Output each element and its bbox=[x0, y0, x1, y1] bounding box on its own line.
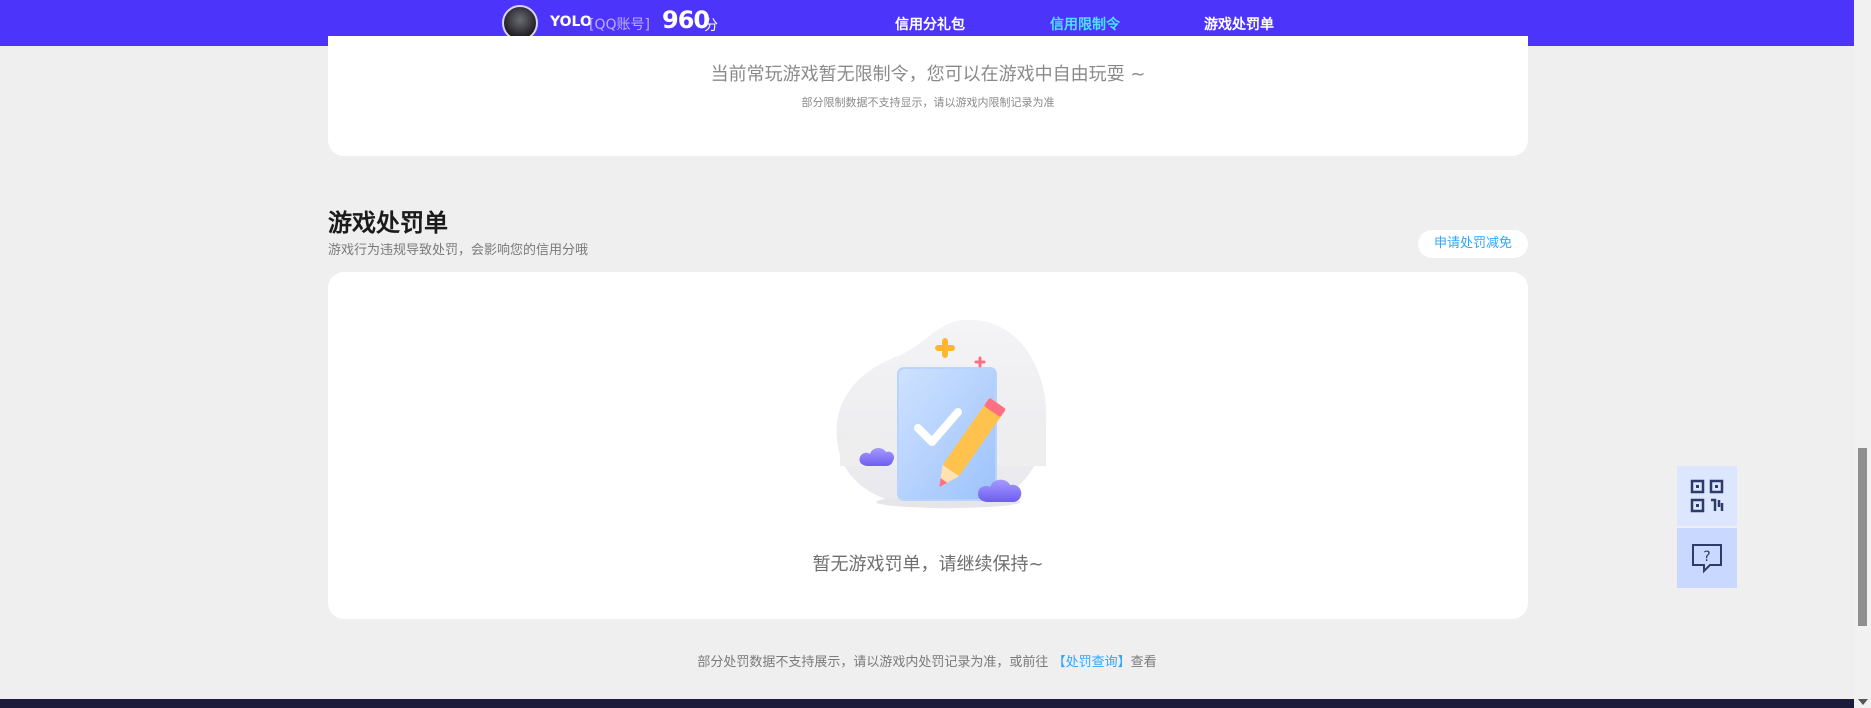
qr-code-button[interactable] bbox=[1677, 466, 1737, 526]
score-unit: 分 bbox=[704, 18, 718, 34]
nav-penalty[interactable]: 游戏处罚单 bbox=[1204, 14, 1274, 34]
scroll-down-arrow-icon[interactable] bbox=[1858, 699, 1868, 705]
scrollbar-thumb[interactable] bbox=[1858, 448, 1867, 626]
empty-clipboard-illustration bbox=[836, 319, 1047, 509]
qr-code-icon bbox=[1690, 479, 1724, 513]
penalty-query-link[interactable]: 【处罚查询】 bbox=[1053, 655, 1131, 670]
help-chat-icon: ? bbox=[1692, 544, 1722, 574]
section-subtitle: 游戏行为违规导致处罚，会影响您的信用分哦 bbox=[328, 243, 589, 258]
credit-score: 960 bbox=[662, 6, 710, 34]
restriction-card: 当前常玩游戏暂无限制令，您可以在游戏中自由玩耍 ~ 部分限制数据不支持显示，请以… bbox=[328, 36, 1528, 156]
restriction-empty-message: 当前常玩游戏暂无限制令，您可以在游戏中自由玩耍 ~ bbox=[710, 64, 1146, 85]
section-title: 游戏处罚单 bbox=[328, 209, 448, 237]
restriction-note: 部分限制数据不支持显示，请以游戏内限制记录为准 bbox=[801, 96, 1055, 109]
svg-text:?: ? bbox=[1703, 549, 1710, 565]
account-type-label: [QQ账号] bbox=[589, 17, 650, 33]
nav-credit-restriction[interactable]: 信用限制令 bbox=[1050, 14, 1120, 34]
page-footer-bar bbox=[0, 699, 1854, 708]
penalty-card: 暂无游戏罚单，请继续保持~ bbox=[328, 272, 1528, 619]
footer-note-text: 部分处罚数据不支持展示，请以游戏内处罚记录为准，或前往 bbox=[697, 655, 1049, 670]
penalty-empty-message: 暂无游戏罚单，请继续保持~ bbox=[812, 554, 1044, 575]
username: YOLO bbox=[550, 14, 592, 30]
apply-penalty-reduction-button[interactable]: 申请处罚减免 bbox=[1418, 230, 1528, 258]
nav-credit-gift[interactable]: 信用分礼包 bbox=[895, 14, 965, 34]
vertical-scrollbar[interactable] bbox=[1854, 0, 1871, 708]
penalty-footer-note: 部分处罚数据不支持展示，请以游戏内处罚记录为准，或前往 【处罚查询】查看 bbox=[0, 651, 1854, 670]
help-feedback-button[interactable]: ? bbox=[1677, 528, 1737, 588]
footer-note-suffix: 查看 bbox=[1130, 655, 1157, 670]
